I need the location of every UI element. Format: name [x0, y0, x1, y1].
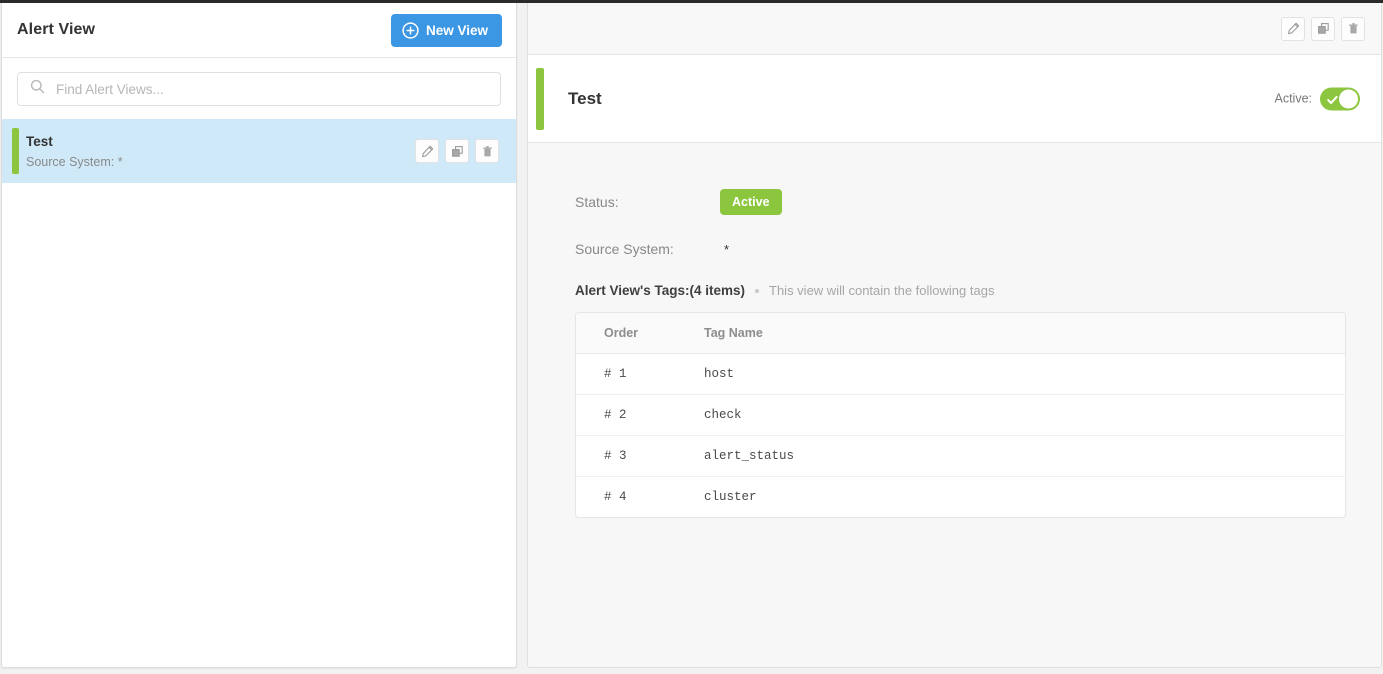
list-item-actions — [415, 139, 499, 163]
new-view-button[interactable]: New View — [391, 14, 502, 47]
search-container — [2, 58, 516, 119]
duplicate-button[interactable] — [1311, 17, 1335, 41]
delete-button[interactable] — [1341, 17, 1365, 41]
new-view-button-label: New View — [426, 23, 488, 38]
list-item-name: Test — [26, 134, 123, 149]
detail-toolbar-actions — [1281, 17, 1365, 41]
source-system-field-row: Source System: * — [575, 241, 1381, 257]
status-label: Status: — [575, 194, 720, 210]
table-row: # 4 cluster — [576, 477, 1345, 517]
tags-section-header: Alert View's Tags:(4 items) This view wi… — [575, 283, 1381, 298]
detail-toolbar — [528, 3, 1381, 55]
detail-title-card: Test Active: — [528, 55, 1381, 143]
cell-tag-name: cluster — [704, 477, 1345, 517]
active-toggle[interactable] — [1320, 87, 1360, 110]
toggle-knob — [1339, 89, 1358, 108]
tags-section-description: This view will contain the following tag… — [769, 283, 994, 298]
table-row: # 2 check — [576, 395, 1345, 436]
cell-order: # 3 — [576, 436, 704, 477]
plus-circle-icon — [402, 22, 419, 39]
tags-table-body: # 1 host # 2 check # 3 alert_status # 4 … — [576, 354, 1345, 517]
table-row: # 1 host — [576, 354, 1345, 395]
active-toggle-label: Active: — [1274, 92, 1312, 106]
page-title: Alert View — [17, 21, 95, 39]
duplicate-button[interactable] — [445, 139, 469, 163]
app-root: Alert View New View — [0, 0, 1383, 674]
tags-table: Order Tag Name # 1 host # 2 check # 3 — [575, 312, 1346, 518]
search-input[interactable] — [56, 82, 488, 97]
list-item-accent-bar — [12, 128, 19, 174]
alert-view-list-panel: Alert View New View — [1, 3, 517, 668]
tags-table-header-row: Order Tag Name — [576, 313, 1345, 354]
list-item-subtitle: Source System: * — [26, 155, 123, 169]
column-header-tag-name: Tag Name — [704, 313, 1345, 354]
table-row: # 3 alert_status — [576, 436, 1345, 477]
cell-order: # 1 — [576, 354, 704, 395]
delete-button[interactable] — [475, 139, 499, 163]
cell-order: # 4 — [576, 477, 704, 517]
cell-tag-name: host — [704, 354, 1345, 395]
cell-tag-name: check — [704, 395, 1345, 436]
check-icon — [1327, 92, 1338, 110]
edit-button[interactable] — [1281, 17, 1305, 41]
source-system-value: * — [720, 242, 729, 257]
cell-order: # 2 — [576, 395, 704, 436]
bullet-separator-icon — [755, 289, 759, 293]
alert-view-detail-panel: Test Active: Status: Active — [527, 3, 1382, 668]
tags-section-title: Alert View's Tags:(4 items) — [575, 283, 745, 298]
status-badge: Active — [720, 189, 782, 215]
cell-tag-name: alert_status — [704, 436, 1345, 477]
column-header-order: Order — [576, 313, 704, 354]
tags-table-head: Order Tag Name — [576, 313, 1345, 354]
detail-title: Test — [568, 89, 602, 109]
edit-button[interactable] — [415, 139, 439, 163]
detail-content: Status: Active Source System: * Alert Vi… — [528, 143, 1381, 518]
list-item[interactable]: Test Source System: * — [2, 119, 516, 183]
source-system-label: Source System: — [575, 241, 720, 257]
search-box[interactable] — [17, 72, 501, 106]
list-item-texts: Test Source System: * — [26, 134, 123, 169]
search-icon — [30, 79, 45, 99]
status-field-row: Status: Active — [575, 189, 1381, 215]
active-toggle-group: Active: — [1274, 87, 1360, 110]
detail-accent-bar — [536, 68, 544, 130]
sidebar-header: Alert View New View — [2, 3, 516, 58]
